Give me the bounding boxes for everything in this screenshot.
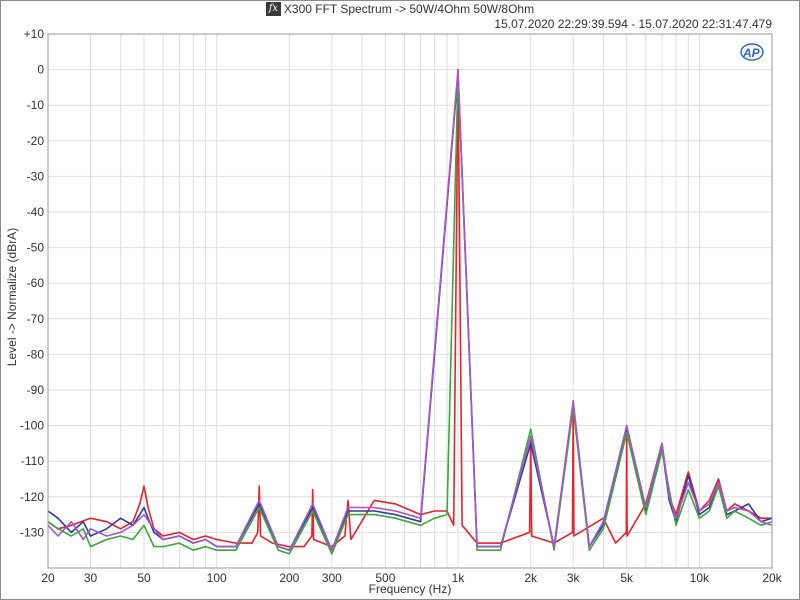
y-tick-label: -110 bbox=[21, 454, 44, 468]
y-tick-label: -130 bbox=[20, 525, 44, 539]
y-tick-label: -20 bbox=[27, 134, 45, 148]
y-tick-label: -40 bbox=[27, 205, 45, 219]
y-tick-label: -80 bbox=[27, 347, 45, 361]
x-tick-label: 5k bbox=[620, 571, 634, 585]
y-tick-label: -100 bbox=[20, 419, 44, 433]
x-tick-label: 50 bbox=[137, 571, 151, 585]
ap-logo-icon: AP bbox=[740, 43, 764, 61]
x-tick-label: 10k bbox=[690, 571, 710, 585]
x-tick-label: 30 bbox=[84, 571, 98, 585]
x-tick-label: 1k bbox=[452, 571, 466, 585]
x-tick-labels: 20 30 50 100 200 300 500 1k 2k 3k 5k 10k 20k bbox=[41, 571, 782, 585]
y-tick-label: +10 bbox=[24, 27, 45, 41]
y-tick-label: -30 bbox=[27, 169, 45, 183]
x-tick-label: 300 bbox=[322, 571, 342, 585]
spectrum-plot: 20 30 50 100 200 300 500 1k 2k 3k 5k 10k 20k +10 0 -10… bbox=[20, 27, 783, 585]
series-group bbox=[47, 68, 773, 555]
x-tick-label: 3k bbox=[567, 571, 581, 585]
y-tick-label: -50 bbox=[27, 241, 45, 255]
x-tick-label: 20k bbox=[762, 571, 782, 585]
y-tick-label: -10 bbox=[27, 98, 45, 112]
x-tick-label: 500 bbox=[375, 571, 395, 585]
series-line-4 bbox=[47, 68, 773, 551]
y-tick-label: 0 bbox=[37, 63, 44, 77]
y-tick-labels: +10 0 -10 -20 -30 -40 -50 -60 -70 -80 -90 -100 -110 -… bbox=[20, 27, 44, 539]
y-tick-label: -90 bbox=[27, 383, 45, 397]
y-tick-label: -70 bbox=[27, 312, 45, 326]
svg-text:AP: AP bbox=[742, 46, 761, 60]
x-tick-label: 2k bbox=[524, 571, 538, 585]
x-tick-label: 200 bbox=[279, 571, 299, 585]
series-line-2 bbox=[47, 72, 773, 551]
y-tick-label: -60 bbox=[27, 276, 45, 290]
grid bbox=[47, 33, 773, 569]
x-tick-label: 100 bbox=[207, 571, 227, 585]
y-tick-label: -120 bbox=[20, 490, 44, 504]
plot-border bbox=[47, 33, 773, 569]
x-tick-label: 20 bbox=[41, 571, 55, 585]
series-line-3 bbox=[47, 72, 773, 555]
